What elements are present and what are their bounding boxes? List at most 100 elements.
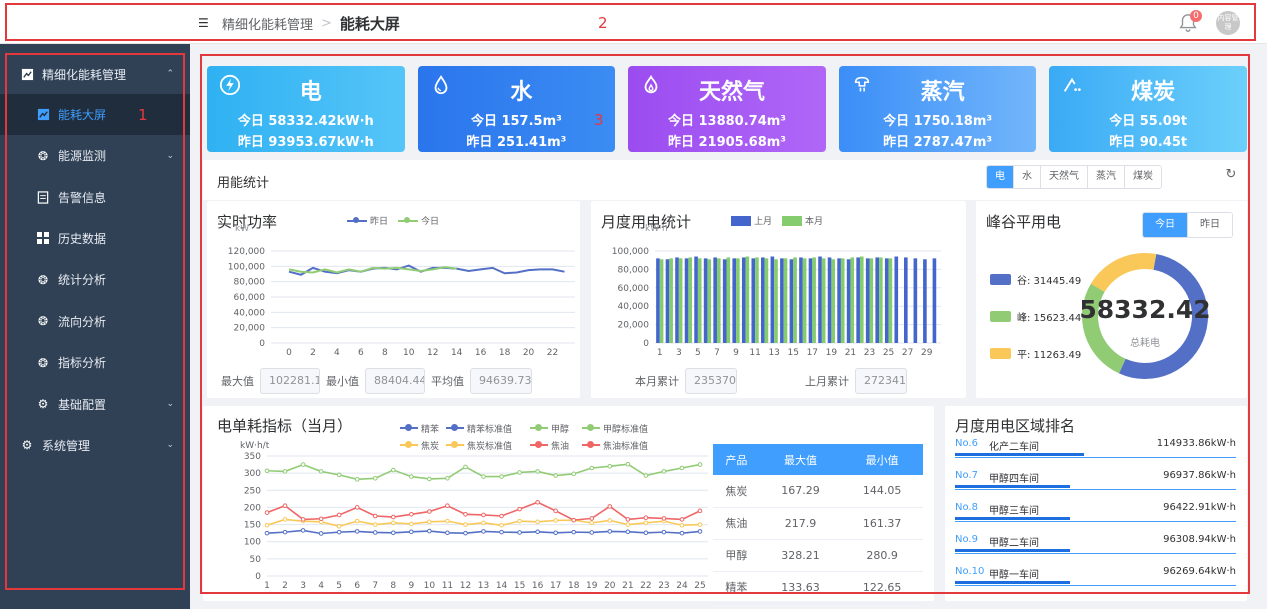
tab-energy-type[interactable]: 天然气 [1040, 166, 1087, 188]
chevron-down-icon: ⌄ [166, 399, 174, 410]
y-tick-label: 0 [259, 339, 265, 349]
legend-item[interactable]: 精苯标准值 [446, 421, 530, 435]
energy-card-yesterday: 昨日 251.41m³ [466, 135, 567, 150]
legend-item[interactable]: 甲醇 [530, 421, 582, 435]
unit-index-title: 电单耗指标（当月） [217, 417, 353, 435]
sidebar-item-label: 指标分析 [58, 356, 107, 371]
x-tick-label: 25 [694, 581, 705, 591]
min-value-field: 88404.44 [365, 368, 425, 394]
bar-last-month [780, 258, 784, 343]
rank-divider [955, 489, 1236, 490]
rank-area-name: 甲醇二车间 [989, 538, 1039, 549]
series-point [697, 462, 703, 467]
series-point [318, 531, 324, 536]
sidebar-item-index[interactable]: ❂ 指标分析 [0, 341, 190, 384]
series-point [445, 475, 450, 481]
sidebar-item-energy-screen[interactable]: 能耗大屏 [0, 94, 190, 135]
rank-area-name: 化产二车间 [989, 442, 1039, 453]
settings-icon: ⚙ [37, 397, 49, 412]
energy-card[interactable]: 水今日 157.5m³ 昨日 251.41m³ [417, 66, 616, 152]
x-tick-label: 19 [586, 581, 598, 591]
energy-card[interactable]: 煤炭 今日 55.09t 昨日 90.45t [1049, 66, 1247, 152]
energy-card[interactable]: 电今日 58332.42kW·h 昨日 93953.67kW·h [207, 66, 405, 152]
series-point [463, 530, 468, 536]
list-item: No.10 甲醇一车间 96269.64kW·h [955, 566, 1236, 598]
series-point [589, 465, 595, 471]
bar-this-month [783, 258, 788, 343]
tab-peak-day[interactable]: 今日 [1143, 213, 1187, 237]
unit-index-chart: 0501001502002503003501 2 3 4 5 6 7 8 9 10 11 12 13 14… [244, 452, 708, 591]
series-point [589, 520, 595, 526]
rank-number: No.6 [955, 438, 978, 449]
series-point [264, 468, 270, 474]
legend-flat[interactable]: 平: 11263.49 [990, 346, 1081, 361]
hamburger-menu-icon[interactable]: ☰ [198, 16, 209, 30]
legend-item[interactable]: 精苯 [400, 421, 446, 435]
rank-value: 96269.64kW·h [1163, 566, 1236, 577]
series-point [535, 469, 540, 474]
legend-last-month[interactable]: 上月 [731, 214, 772, 227]
x-tick-label: 15 [514, 581, 525, 591]
tab-peak-day[interactable]: 昨日 [1187, 213, 1232, 237]
series-point [300, 517, 306, 522]
table-cell: 甲醇 [713, 539, 760, 572]
x-tick-label: 3 [300, 581, 306, 591]
legend-today[interactable]: 今日 [398, 214, 439, 227]
series-point [535, 519, 540, 525]
sidebar-item-label: 精细化能耗管理 [42, 67, 127, 82]
series-point [553, 473, 558, 478]
breadcrumb-item-parent[interactable]: 精细化能耗管理 [222, 14, 313, 33]
energy-card-yesterday: 昨日 93953.67kW·h [237, 135, 374, 150]
rank-progress-bar [955, 581, 1071, 584]
y-tick-label: 50 [250, 555, 262, 565]
x-tick-label: 3 [676, 348, 682, 358]
avatar[interactable]: 内容管理 [1216, 11, 1240, 35]
sidebar-item-alarm[interactable]: 告警信息 [0, 176, 190, 218]
sidebar-item-system[interactable]: ⚙ 系统管理 ⌄ [0, 425, 190, 466]
x-tick-label: 7 [372, 581, 378, 591]
peak-valley-title: 峰谷平用电 [986, 213, 1062, 231]
legend-item[interactable]: 甲醇标准值 [582, 421, 662, 435]
legend-valley[interactable]: 谷: 31445.49 [990, 272, 1081, 287]
sidebar-item-flow[interactable]: ❂ 流向分析 [0, 300, 190, 342]
bar-last-month [837, 258, 841, 343]
document-icon [36, 190, 50, 204]
energy-card[interactable]: 天然气 今日 13880.74m³ 昨日 21905.68m³ [628, 66, 826, 152]
tab-energy-type[interactable]: 水 [1013, 166, 1040, 188]
legend-yesterday[interactable]: 昨日 [347, 214, 388, 227]
sidebar-item-fine-energy[interactable]: 精细化能耗管理 ⌃ [0, 54, 190, 94]
y-tick-label: 0 [643, 339, 649, 349]
series-point [354, 529, 360, 534]
legend-this-month[interactable]: 本月 [782, 214, 823, 227]
sidebar-item-history[interactable]: 历史数据 [0, 217, 190, 260]
x-tick-label: 22 [640, 581, 651, 591]
donut-total: 58332.42 [1079, 295, 1211, 324]
power-stats: 最大值 102281.1 最小值 88404.44 平均值 94639.73 [221, 368, 538, 394]
tab-energy-type[interactable]: 蒸汽 [1087, 166, 1124, 188]
monthly-stats: 本月累计 235370 上月累计 2723410 [635, 368, 913, 394]
x-tick-label: 25 [883, 348, 894, 358]
bar-last-month [799, 257, 803, 343]
sidebar-item-energy-monitor[interactable]: ❂ 能源监测 ⌄ [0, 135, 190, 177]
refresh-icon[interactable]: ↻ [1220, 165, 1242, 187]
bar-last-month [761, 257, 765, 343]
legend-peak[interactable]: 峰: 15623.44 [990, 309, 1081, 324]
sidebar-item-base-config[interactable]: ⚙ 基础配置 ⌄ [0, 383, 190, 425]
energy-card-title: 天然气 [698, 80, 765, 105]
series-point [300, 462, 306, 467]
energy-card[interactable]: 蒸汽 今日 1750.18m³ 昨日 2787.47m³ [838, 66, 1037, 152]
tab-energy-type[interactable]: 煤炭 [1124, 166, 1161, 188]
tab-energy-type[interactable]: 电 [987, 166, 1013, 188]
sidebar-item-statistics[interactable]: ❂ 统计分析 [0, 259, 190, 301]
x-tick-label: 1 [264, 581, 270, 591]
sidebar-item-label: 基础配置 [58, 397, 107, 412]
series-point [661, 469, 667, 474]
series-point [607, 463, 613, 469]
x-tick-label: 5 [336, 581, 342, 591]
chevron-down-icon: ⌄ [166, 150, 174, 161]
last-month-field: 2723410 [855, 368, 907, 394]
series-point [679, 465, 685, 471]
notification-badge: 0 [1190, 10, 1202, 22]
rank-number: No.10 [955, 566, 985, 577]
max-value-field: 102281.1 [260, 368, 320, 394]
